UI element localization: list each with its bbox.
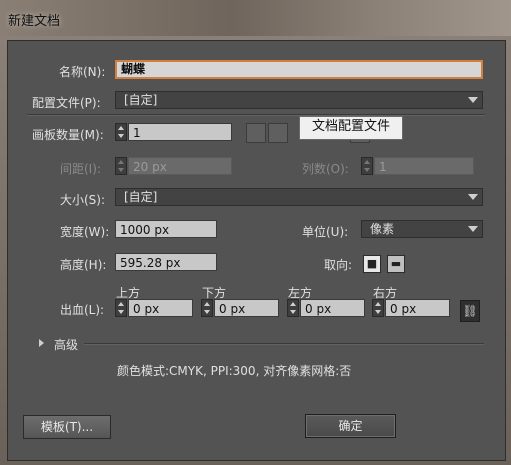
bleed-bottom-input[interactable]: 0 px [214, 299, 279, 317]
chevron-down-icon [468, 194, 478, 200]
columns-stepper [361, 157, 373, 175]
columns-input: 1 [374, 157, 474, 175]
width-label: 宽度(W): [60, 225, 110, 239]
spacing-stepper [115, 157, 127, 175]
bleed-top-stepper[interactable] [115, 299, 127, 317]
portrait-icon[interactable]: ■ [363, 255, 381, 273]
advanced-divider [84, 343, 484, 345]
spacing-label: 间距(I): [60, 162, 101, 176]
columns-label: 列数(O): [302, 162, 349, 176]
bleed-right-stepper[interactable] [372, 299, 384, 317]
size-label: 大小(S): [60, 193, 106, 207]
name-input[interactable]: 蝴蝶 [115, 60, 483, 79]
chevron-down-icon [468, 226, 478, 232]
artboards-input[interactable]: 1 [128, 123, 232, 141]
bleed-left-stepper[interactable] [287, 299, 299, 317]
bleed-top-input[interactable]: 0 px [128, 299, 193, 317]
artboards-stepper[interactable] [115, 123, 127, 141]
profile-label: 配置文件(P): [32, 96, 101, 110]
window-title: 新建文档 [8, 14, 61, 29]
landscape-icon[interactable]: ▬ [387, 255, 405, 273]
grid-by-row-icon[interactable] [246, 123, 266, 143]
units-label: 单位(U): [302, 225, 349, 239]
height-label: 高度(H): [60, 258, 107, 272]
bleed-right-input[interactable]: 0 px [385, 299, 450, 317]
bleed-label: 出血(L): [60, 303, 105, 317]
chevron-down-icon [468, 97, 478, 103]
spacing-input: 20 px [128, 157, 232, 175]
height-input[interactable]: 595.28 px [115, 253, 217, 271]
advanced-toggle[interactable]: 高级 [54, 336, 78, 353]
profile-divider [27, 114, 485, 116]
profile-tooltip: 文档配置文件 [299, 116, 403, 140]
link-icon[interactable]: ⛓ [460, 300, 480, 322]
units-dropdown-value: 像素 [370, 222, 395, 236]
orientation-label: 取向: [324, 258, 353, 272]
profile-dropdown-value: [自定] [124, 93, 158, 107]
profile-dropdown[interactable]: [自定] [115, 91, 483, 109]
ok-button[interactable]: 确定 [305, 414, 396, 438]
title-bar: 新建文档 [0, 0, 511, 36]
size-dropdown-value: [自定] [124, 190, 158, 204]
templates-button[interactable]: 模板(T)... [23, 415, 111, 439]
name-label: 名称(N): [59, 65, 106, 79]
bleed-left-input[interactable]: 0 px [300, 299, 365, 317]
bleed-bottom-stepper[interactable] [201, 299, 213, 317]
units-dropdown[interactable]: 像素 [361, 220, 483, 238]
width-input[interactable]: 1000 px [115, 220, 217, 238]
artboards-label: 画板数量(M): [32, 128, 104, 142]
size-dropdown[interactable]: [自定] [115, 188, 483, 206]
summary-text: 颜色模式:CMYK, PPI:300, 对齐像素网格:否 [117, 364, 352, 378]
grid-by-column-icon[interactable] [268, 123, 288, 143]
expand-advanced-icon[interactable] [39, 339, 44, 347]
